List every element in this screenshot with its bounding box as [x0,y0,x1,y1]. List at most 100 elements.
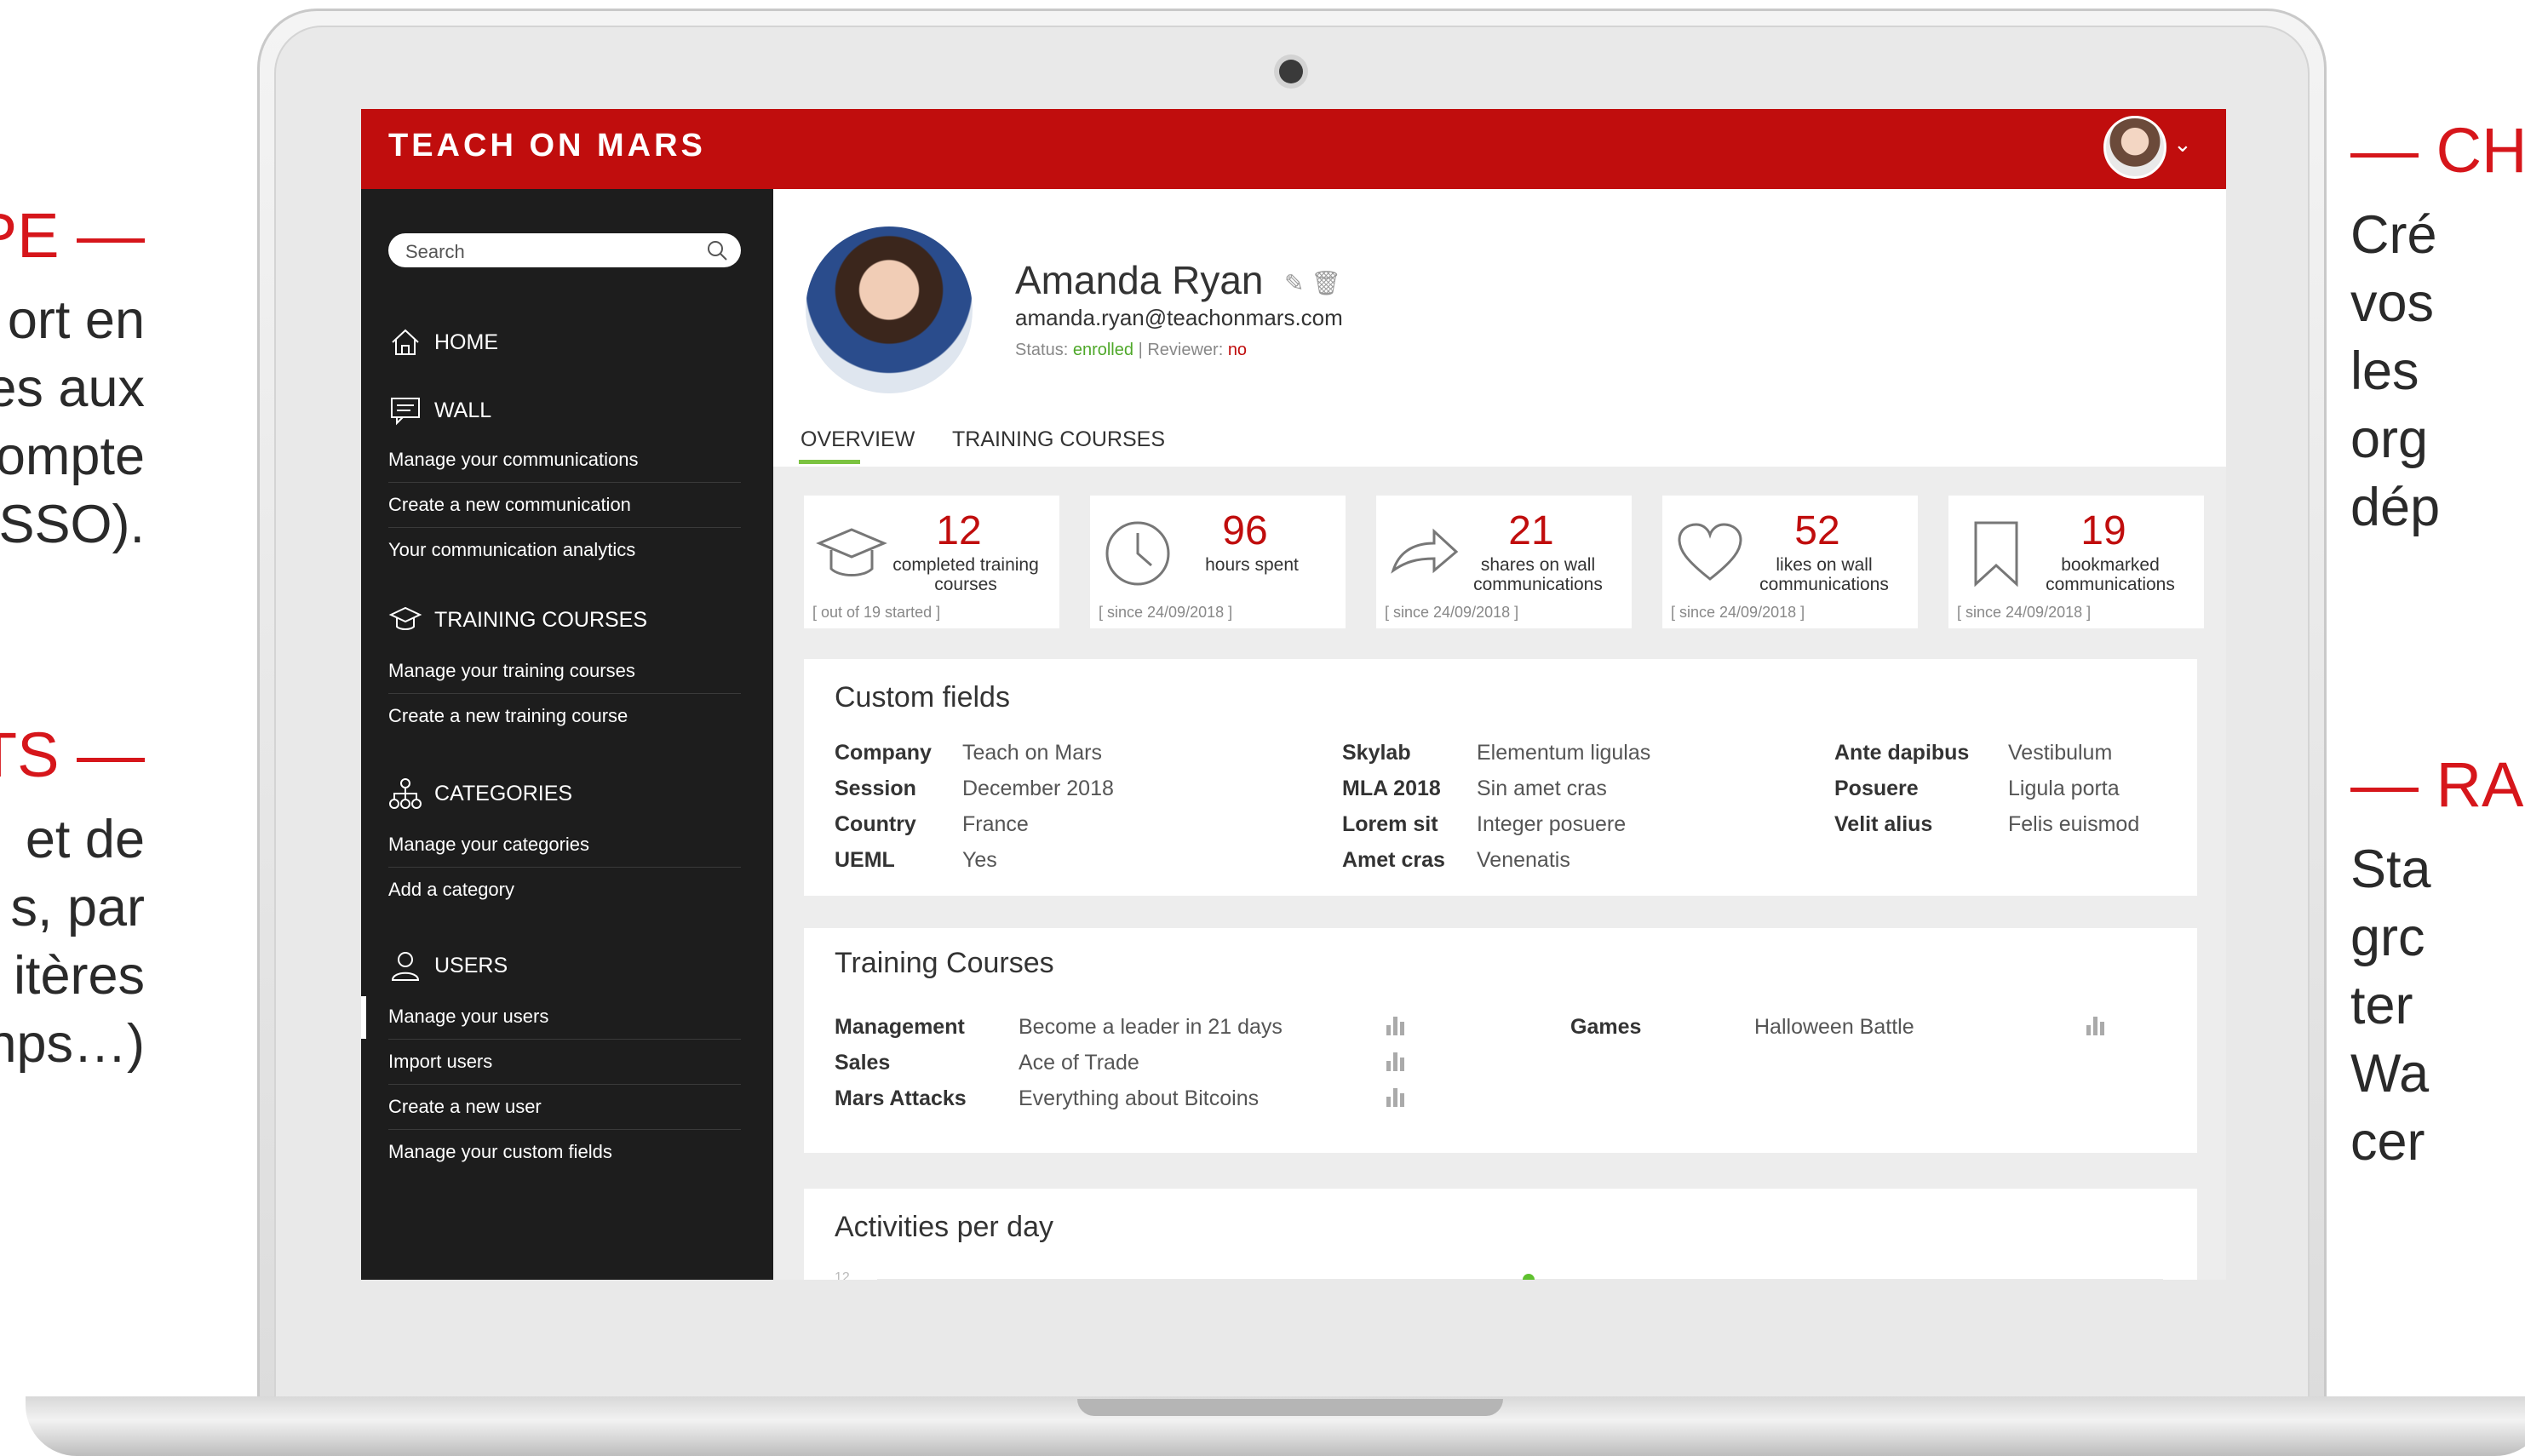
field-key: Skylab [1342,741,1411,765]
promo-line: et de [25,810,145,869]
user-avatar[interactable] [2103,116,2166,179]
promo-line: cer [2350,1112,2425,1172]
tab-training-courses[interactable]: TRAINING COURSES [952,427,1165,452]
course-title[interactable]: Halloween Battle [1754,1015,1914,1040]
stat-label: shares on wall communications [1473,555,1603,594]
sidebar-item-add-category[interactable]: Add a category [388,869,741,912]
sidebar-item-manage-communications[interactable]: Manage your communications [388,439,741,483]
sidebar: Search HOME WALL Manage your communicati… [361,189,773,1280]
sidebar-item-manage-categories[interactable]: Manage your categories [388,824,741,868]
stat-value: 96 [1222,508,1268,553]
nav-categories[interactable]: CATEGORIES [388,777,572,811]
laptop-notch [1077,1399,1503,1416]
promo-line: grc [2350,908,2425,967]
promo-dash [2350,152,2419,158]
sidebar-item-create-user[interactable]: Create a new user [388,1086,741,1130]
active-tab-underline [799,460,860,464]
stat-note: [ since 24/09/2018 ] [1957,604,2092,621]
stat-value: 52 [1794,508,1840,553]
promo-heading: OUPE [0,200,60,271]
field-key: Session [835,777,916,800]
course-category: Sales [835,1051,891,1075]
stat-label: bookmarked communications [2046,555,2175,594]
stat-note: [ since 24/09/2018 ] [1385,604,1519,621]
field-key: Lorem sit [1342,812,1438,836]
field-value: Vestibulum [2008,741,2113,765]
promo-right-1: CH Cré vos les org dép [2350,119,2525,542]
training-courses-title: Training Courses [835,947,1054,979]
stats-icon[interactable] [1385,1085,1410,1109]
stat-label: likes on wall communications [1759,555,1889,594]
promo-line: ort en [7,290,145,350]
search-placeholder: Search [405,241,465,262]
chat-icon [391,398,420,426]
field-value: France [962,812,1029,836]
active-indicator [361,996,366,1039]
sidebar-item-manage-users[interactable]: Manage your users [388,996,741,1040]
nav-wall-label: WALL [434,398,492,422]
stat-value: 19 [2080,508,2126,553]
promo-heading: ENTS [0,719,60,790]
field-key: MLA 2018 [1342,777,1441,800]
stats-icon[interactable] [1385,1049,1410,1073]
promo-dash [2350,787,2419,792]
sidebar-item-manage-training[interactable]: Manage your training courses [388,651,741,694]
sidebar-item-create-training[interactable]: Create a new training course [388,696,741,738]
stats-icon[interactable] [1385,1013,1410,1037]
activities-card: Activities per day 12 [804,1189,2197,1280]
nav-wall[interactable]: WALL [388,393,491,427]
field-key: Amet cras [1342,848,1445,872]
stat-card-bookmarks: 19 bookmarked communications [ since 24/… [1948,496,2204,628]
edit-icon[interactable]: ✎ [1284,270,1304,296]
course-category: Management [835,1015,965,1039]
field-key: Company [835,741,932,765]
stat-value: 12 [936,508,982,553]
data-point[interactable] [1523,1274,1535,1280]
promo-line: vos [2350,273,2435,333]
stats-icon[interactable] [2085,1013,2110,1037]
stat-card-shares: 21 shares on wall communications [ since… [1376,496,1632,628]
promo-line: ter [2350,976,2413,1035]
course-title[interactable]: Become a leader in 21 days [1019,1015,1283,1040]
stat-card-hours: 96 hours spent [ since 24/09/2018 ] [1090,496,1346,628]
promo-line: Cré [2350,205,2437,265]
promo-line: SSO). [0,495,145,554]
nav-users[interactable]: USERS [388,949,508,983]
trash-icon[interactable]: 🗑 [1311,270,1341,296]
stat-value: 21 [1508,508,1554,553]
course-title[interactable]: Everything about Bitcoins [1019,1086,1259,1111]
sidebar-item-communication-analytics[interactable]: Your communication analytics [388,530,741,572]
user-email: amanda.ryan@teachonmars.com [1015,305,1343,330]
promo-line: Wa [2350,1044,2430,1103]
nav-training-courses[interactable]: TRAINING COURSES [388,603,647,637]
search-icon[interactable] [705,238,729,262]
field-value: Felis euismod [2008,812,2140,836]
promo-line: nps…) [0,1014,145,1074]
course-title[interactable]: Ace of Trade [1019,1051,1139,1075]
chevron-down-icon[interactable]: ⌄ [2173,131,2192,158]
stat-note: [ since 24/09/2018 ] [1671,604,1805,621]
promo-line: Sta [2350,840,2431,899]
promo-line: itères [13,946,145,1006]
sidebar-item-custom-fields[interactable]: Manage your custom fields [388,1132,741,1174]
custom-fields-title: Custom fields [835,681,1010,714]
tab-overview[interactable]: OVERVIEW [801,427,915,452]
user-name: Amanda Ryan [1015,258,1264,302]
field-value: Sin amet cras [1477,777,1607,800]
field-value: Teach on Mars [962,741,1102,765]
field-value: December 2018 [962,777,1114,800]
field-key: Velit alius [1834,812,1933,836]
sidebar-item-import-users[interactable]: Import users [388,1041,741,1085]
nav-home[interactable]: HOME [388,325,498,359]
stat-card-completed: 12 completed training courses [ out of 1… [804,496,1059,628]
app-logo[interactable]: TEACH ON MARS [388,128,706,164]
sidebar-item-create-communication[interactable]: Create a new communication [388,484,741,528]
stat-label: completed training courses [892,555,1039,594]
promo-dash [77,757,145,762]
stat-label: hours spent [1205,555,1299,575]
promo-right-2: RA Sta grc ter Wa cer [2350,754,2523,1176]
profile-header: Amanda Ryan ✎ 🗑 amanda.ryan@teachonmars.… [773,189,2226,467]
promo-line: dép [2350,478,2441,537]
promo-line: es aux [0,358,145,418]
search-input[interactable]: Search [388,233,741,267]
